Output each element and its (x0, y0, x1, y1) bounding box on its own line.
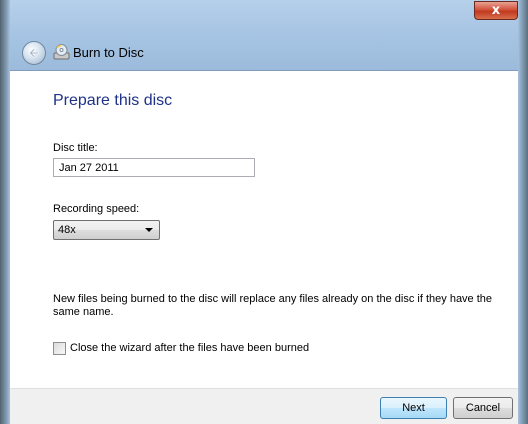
window-title: Burn to Disc (73, 45, 144, 60)
disc-title-input[interactable] (53, 158, 255, 177)
next-button[interactable]: Next (380, 397, 447, 419)
close-icon: x (491, 3, 501, 18)
overwrite-info-text: New files being burned to the disc will … (53, 293, 493, 318)
disc-burn-icon (53, 44, 70, 60)
back-button[interactable] (22, 41, 46, 65)
recording-speed-label: Recording speed: (53, 203, 140, 215)
window-frame-right (518, 0, 528, 424)
close-wizard-checkbox[interactable] (53, 342, 66, 355)
chevron-down-icon (145, 228, 153, 232)
window-frame-left (0, 0, 10, 424)
back-arrow-icon (29, 48, 40, 58)
recording-speed-value: 48x (58, 224, 76, 236)
cancel-button[interactable]: Cancel (453, 397, 513, 419)
close-wizard-label[interactable]: Close the wizard after the files have be… (70, 342, 309, 354)
page-title: Prepare this disc (53, 92, 173, 109)
close-button[interactable]: x (474, 1, 518, 20)
disc-title-label: Disc title: (53, 142, 98, 154)
burn-to-disc-window: x Burn to Disc Prepare this disc Disc ti… (0, 0, 528, 424)
recording-speed-dropdown[interactable]: 48x (53, 220, 160, 240)
